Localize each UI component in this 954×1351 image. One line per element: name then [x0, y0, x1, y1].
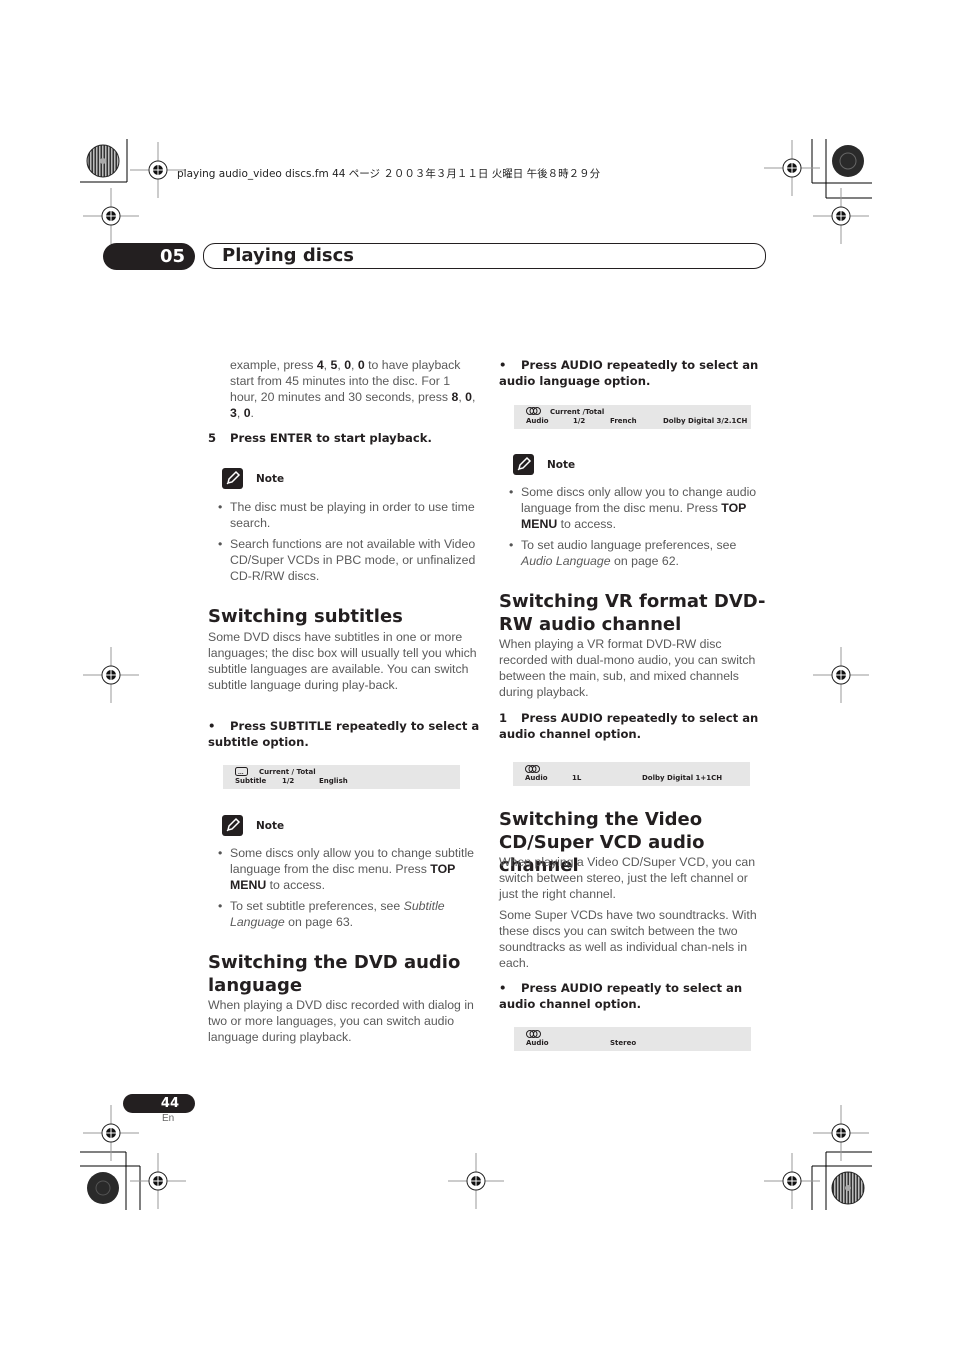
registration-mark [812, 646, 870, 704]
registration-mark [812, 1104, 870, 1162]
registration-mark [82, 1104, 140, 1162]
vcd-audio-osd-display: Audio Stereo [514, 1027, 751, 1051]
page-number-badge: 44 [123, 1094, 195, 1113]
osd-header: Current /Total [550, 408, 605, 416]
note-item: Some discs only allow you to change subt… [218, 845, 480, 893]
vr-audio-osd-display: Audio 1L Dolby Digital 1+1CH [513, 762, 750, 786]
osd-channel: 1L [572, 774, 582, 782]
dvd-audio-description: When playing a DVD disc recorded with di… [208, 998, 474, 1044]
audio-icon [526, 407, 541, 417]
section-heading-vr-format: Switching VR format DVD-RW audio channel [499, 591, 766, 635]
osd-audio-format: Dolby Digital 1+1CH [642, 774, 723, 782]
osd-label: Subtitle [235, 777, 267, 785]
starburst-mark-top-right [832, 145, 864, 177]
note-label: Note [256, 820, 285, 832]
note-item: Some discs only allow you to change audi… [509, 484, 767, 532]
section-heading-dvd-audio-language: Switching the DVD audio language [208, 952, 461, 996]
osd-language: French [610, 417, 637, 425]
print-file-info: playing audio_video discs.fm 44 ページ ２００３… [177, 168, 601, 180]
starburst-mark-top-left [86, 144, 120, 178]
note-item: To set subtitle preferences, see Subtitl… [218, 898, 480, 930]
audio-language-osd-display: Current /Total Audio 1/2 French Dolby Di… [514, 405, 751, 429]
time-search-example-text: example, press 4, 5, 0, 0 to have playba… [230, 358, 476, 420]
note-label: Note [256, 473, 285, 485]
vr-format-description: When playing a VR format DVD-RW disc rec… [499, 637, 756, 699]
chapter-title: Playing discs [222, 245, 354, 266]
section-heading-switching-subtitles: Switching subtitles [208, 606, 403, 627]
osd-label: Audio [526, 417, 549, 425]
registration-mark [812, 187, 870, 245]
registration-mark [129, 1152, 187, 1210]
note-item: Search functions are not available with … [218, 536, 478, 584]
registration-mark [82, 646, 140, 704]
osd-label: Audio [526, 1039, 549, 1047]
osd-label: Audio [525, 774, 548, 782]
note-2-list: Some discs only allow you to change subt… [218, 845, 480, 935]
note-1-list: The disc must be playing in order to use… [218, 499, 478, 589]
step-5-number: 5 [208, 431, 217, 445]
osd-value: 1/2 [573, 417, 586, 425]
note-label: Note [547, 459, 576, 471]
chapter-number-badge: 05 [103, 243, 195, 270]
osd-value: 1/2 [282, 777, 295, 785]
note-pencil-icon [513, 454, 534, 475]
note-pencil-icon [222, 468, 243, 489]
subtitles-description: Some DVD discs have subtitles in one or … [208, 630, 477, 692]
note-item: To set audio language preferences, see A… [509, 537, 767, 569]
registration-mark [447, 1152, 505, 1210]
step-5-instruction: Press ENTER to start playback. [230, 431, 432, 445]
svg-text:...: ... [238, 770, 244, 776]
starburst-mark-bottom-left [87, 1172, 119, 1204]
subtitle-instruction: Press SUBTITLE repeatedly to select a su… [208, 719, 480, 749]
note-item: The disc must be playing in order to use… [218, 499, 478, 531]
vcd-instruction: Press AUDIO repeatly to select an audio … [499, 981, 743, 1011]
osd-mode: Stereo [610, 1039, 637, 1047]
note-3-list: Some discs only allow you to change audi… [509, 484, 767, 574]
starburst-mark-bottom-right [831, 1171, 865, 1205]
page-language: En [162, 1113, 175, 1124]
osd-header: Current / Total [259, 768, 316, 776]
vcd-description-1: When playing a Video CD/Super VCD, you c… [499, 855, 756, 901]
vcd-description-2: Some Super VCDs have two soundtracks. Wi… [499, 908, 757, 970]
osd-language: English [319, 777, 348, 785]
subtitle-osd-display: ... Current / Total Subtitle 1/2 English [223, 765, 460, 789]
vr-format-instruction: Press AUDIO repeatedly to select an audi… [499, 711, 759, 741]
osd-audio-format: Dolby Digital 3/2.1CH [663, 417, 748, 425]
note-pencil-icon [222, 815, 243, 836]
audio-language-instruction: Press AUDIO repeatedly to select an audi… [499, 358, 759, 388]
registration-mark [82, 187, 140, 245]
